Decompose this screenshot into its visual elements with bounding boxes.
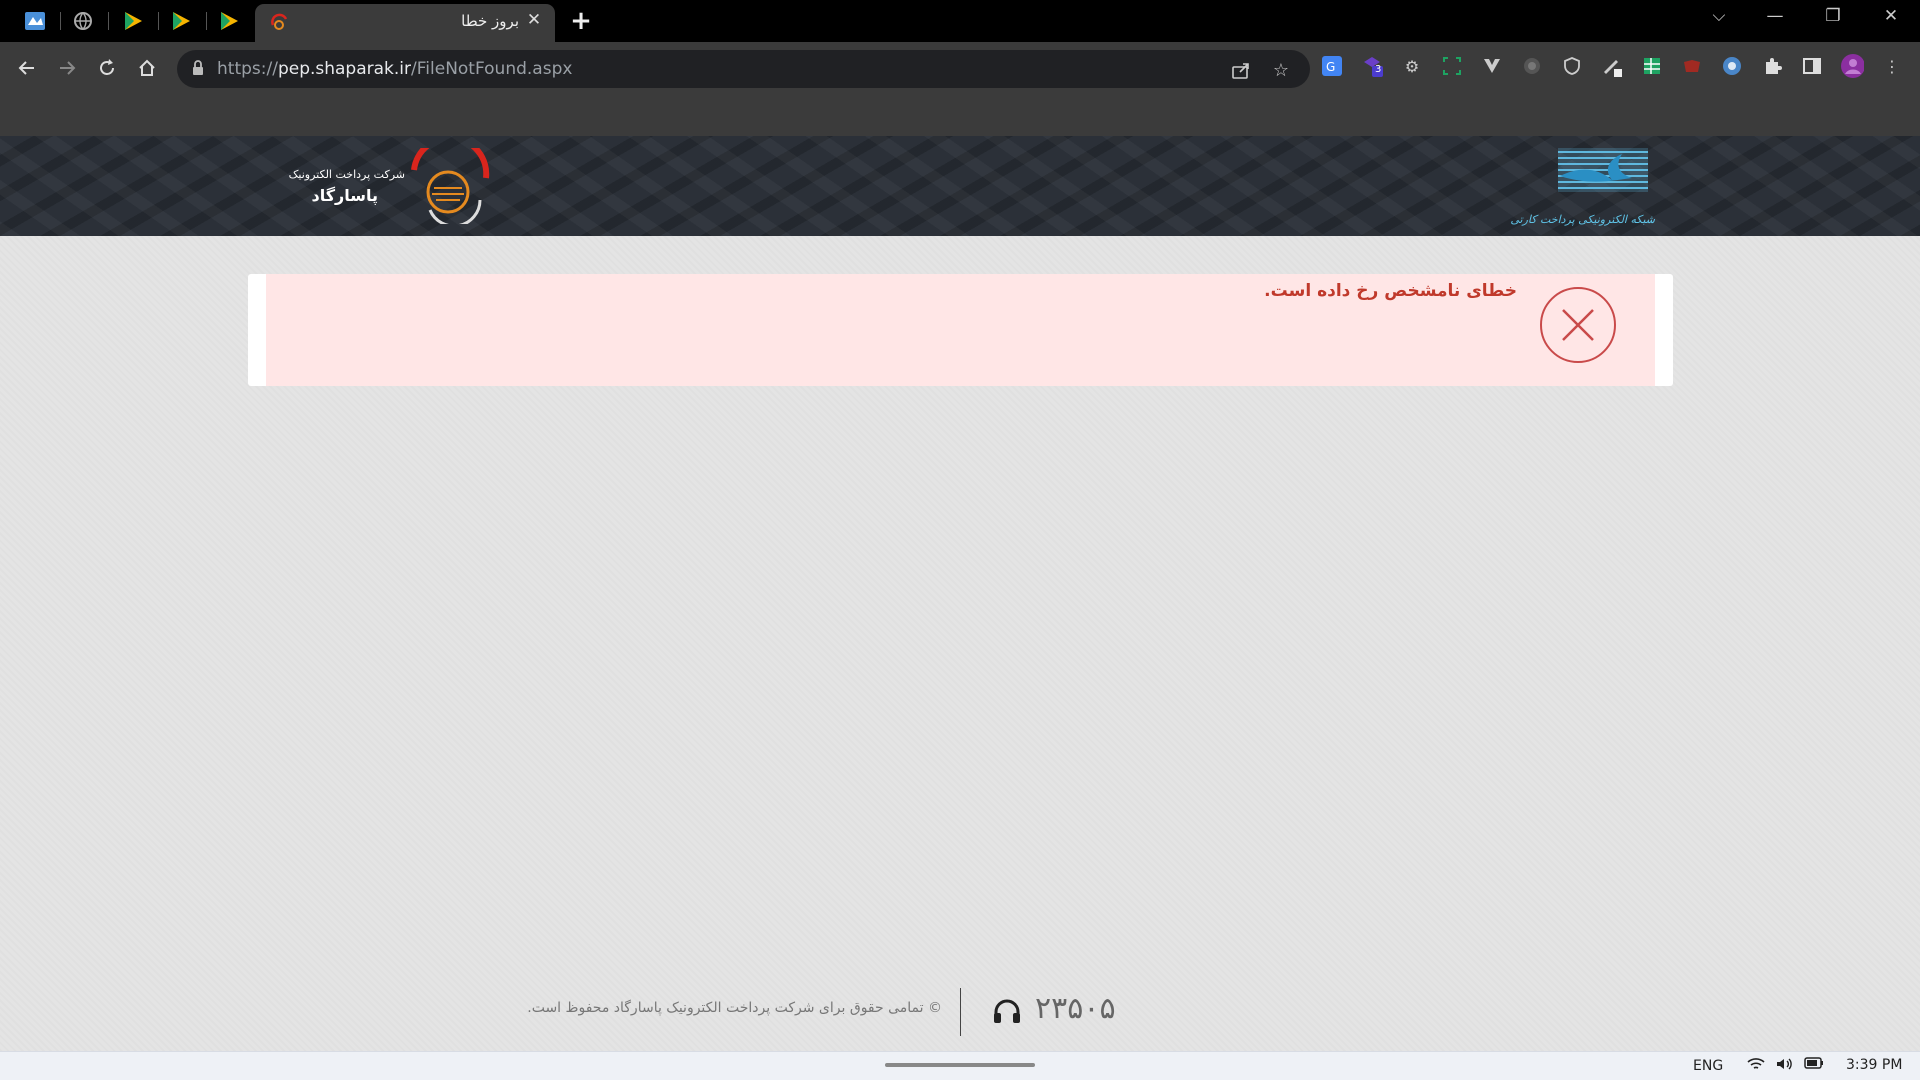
- reload-button[interactable]: [93, 54, 121, 82]
- headset-icon: [992, 998, 1022, 1028]
- pinned-tab-play-2[interactable]: [168, 8, 194, 34]
- new-tab-button[interactable]: +: [568, 6, 594, 36]
- battery-icon[interactable]: [1803, 1057, 1825, 1073]
- pinned-tab-globe[interactable]: [70, 8, 96, 34]
- pep-logo-title: پاسارگاد: [311, 186, 379, 205]
- pen-icon[interactable]: [1600, 54, 1624, 78]
- url-text[interactable]: https://pep.shaparak.ir/FileNotFound.asp…: [217, 59, 572, 79]
- blue-circle-extension-icon[interactable]: [1720, 54, 1744, 78]
- shaparak-caption: شبکه الکترونیکی پرداخت کارتی: [1510, 213, 1655, 226]
- side-panel-icon[interactable]: [1800, 54, 1824, 78]
- error-alert: خطای نامشخص رخ داده است.: [248, 274, 1673, 386]
- shaparak-bird-icon: [1558, 148, 1648, 192]
- wifi-icon[interactable]: [1745, 1057, 1767, 1075]
- screenshot-icon[interactable]: [1440, 54, 1464, 78]
- vpn-v-icon[interactable]: [1480, 54, 1504, 78]
- copyright-text: © تمامی حقوق برای شرکت پرداخت الکترونیک …: [527, 1000, 942, 1016]
- taskbar-handle[interactable]: [885, 1063, 1035, 1067]
- pinned-tab-app[interactable]: [22, 8, 48, 34]
- restore-button[interactable]: ❐: [1818, 6, 1848, 26]
- minimize-button[interactable]: —: [1760, 6, 1790, 26]
- active-tab[interactable]: بروز خطا ✕: [255, 4, 555, 42]
- share-icon[interactable]: [1230, 59, 1252, 81]
- play-icon: [173, 12, 190, 30]
- circle-extension-icon[interactable]: [1520, 54, 1544, 78]
- browser-tab-bar: بروز خطا ✕ + ⌵ — ❐ ✕: [0, 0, 1920, 42]
- sheets-icon[interactable]: [1640, 54, 1664, 78]
- pinned-app-icon: [25, 12, 45, 30]
- pep-logo-subtitle: شرکت پرداخت الکترونیک: [288, 168, 405, 181]
- page-footer: © تمامی حقوق برای شرکت پرداخت الکترونیک …: [0, 980, 1920, 1040]
- puzzle-extensions-icon[interactable]: [1760, 54, 1784, 78]
- extension-badge-icon[interactable]: 3: [1360, 54, 1384, 78]
- active-tab-title: بروز خطا: [461, 12, 519, 30]
- globe-icon: [74, 12, 92, 30]
- bookmark-star-icon[interactable]: ☆: [1270, 59, 1292, 81]
- pasargad-favicon-icon: [269, 13, 289, 37]
- close-tab-icon[interactable]: ✕: [523, 10, 545, 30]
- browser-toolbar: https://pep.shaparak.ir/FileNotFound.asp…: [0, 42, 1920, 138]
- forward-arrow-icon: [60, 61, 76, 75]
- error-message: خطای نامشخص رخ داده است.: [1264, 281, 1517, 301]
- shaparak-logo[interactable]: شبکه الکترونیکی پرداخت کارتی: [1510, 146, 1655, 226]
- system-clock[interactable]: 3:39 PM: [1846, 1057, 1902, 1073]
- error-close-circle-icon: [1540, 287, 1616, 363]
- back-arrow-icon: [18, 61, 34, 75]
- svg-text:G: G: [1326, 60, 1335, 74]
- language-indicator[interactable]: ENG: [1693, 1058, 1723, 1074]
- pinned-tab-play-1[interactable]: [120, 8, 146, 34]
- close-window-button[interactable]: ✕: [1876, 6, 1906, 26]
- os-taskbar: ENG 3:39 PM: [0, 1051, 1920, 1080]
- shield-icon[interactable]: [1560, 54, 1584, 78]
- site-header: شرکت پرداخت الکترونیک پاسارگاد شبکه الکت…: [0, 136, 1920, 236]
- address-bar[interactable]: https://pep.shaparak.ir/FileNotFound.asp…: [177, 50, 1310, 88]
- profile-avatar[interactable]: [1840, 54, 1864, 78]
- support-phone-number[interactable]: ۲۳۵۰۵: [1035, 991, 1116, 1026]
- pasargad-logo[interactable]: شرکت پرداخت الکترونیک پاسارگاد: [280, 148, 490, 224]
- more-menu-icon[interactable]: ⋮: [1880, 54, 1904, 78]
- reload-icon: [100, 59, 114, 75]
- forward-button[interactable]: [53, 54, 81, 82]
- tab-search-icon[interactable]: ⌵: [1704, 6, 1734, 26]
- play-icon: [125, 12, 142, 30]
- lock-icon: [191, 60, 205, 80]
- pinned-tab-play-3[interactable]: [216, 8, 242, 34]
- volume-icon[interactable]: [1773, 1057, 1795, 1075]
- extension-badge-count: 3: [1375, 64, 1382, 75]
- back-button[interactable]: [13, 54, 41, 82]
- google-translate-icon[interactable]: G: [1320, 54, 1344, 78]
- red-extension-icon[interactable]: [1680, 54, 1704, 78]
- play-icon: [221, 12, 238, 30]
- pasargad-emblem-icon: [411, 148, 490, 224]
- gear-icon[interactable]: ⚙: [1400, 54, 1424, 78]
- home-icon: [139, 59, 155, 76]
- home-button[interactable]: [133, 54, 161, 82]
- footer-divider: [960, 988, 961, 1036]
